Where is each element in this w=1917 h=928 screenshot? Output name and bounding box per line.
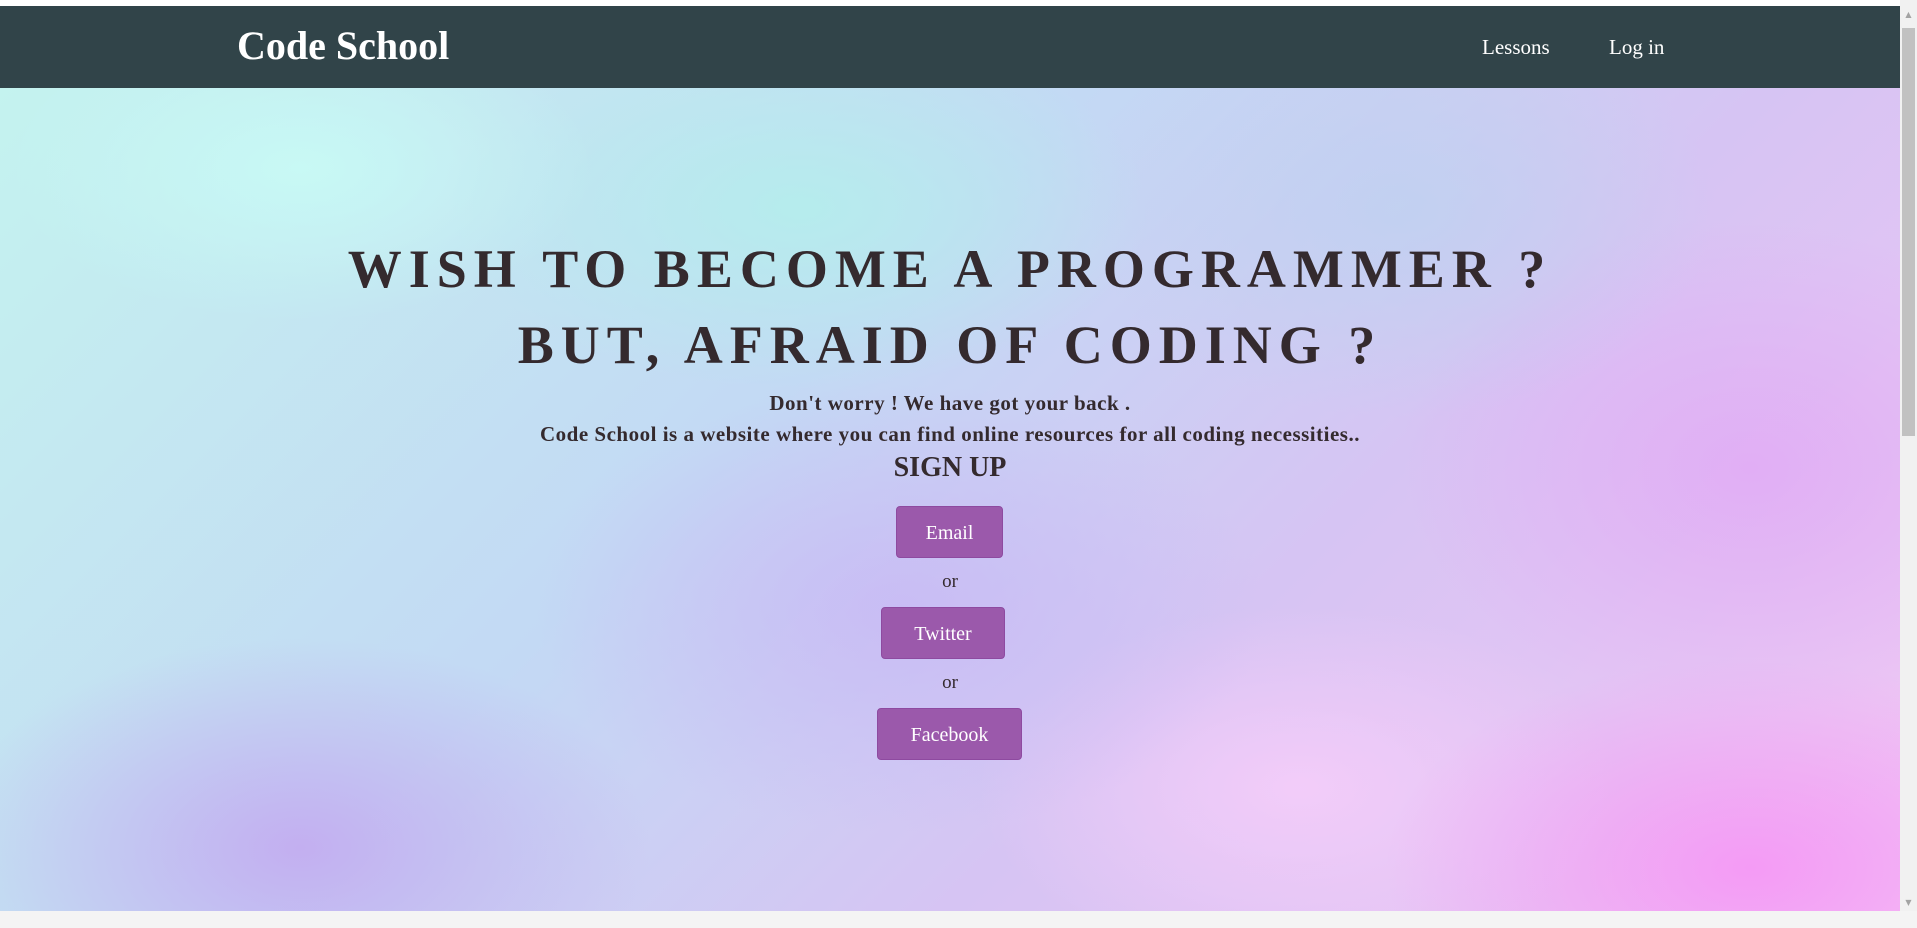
or-separator-1: or [942, 571, 958, 592]
signup-facebook-button[interactable]: Facebook [877, 708, 1022, 760]
signup-email-button[interactable]: Email [896, 506, 1003, 558]
hero-subtext-line1: Don't worry ! We have got your back . [769, 391, 1131, 415]
hero-headline-line1: WISH TO BECOME A PROGRAMMER ? [347, 239, 1553, 299]
hero-headline-line2: BUT, AFRAID OF CODING ? [517, 315, 1383, 375]
hero-subtext-line2: Code School is a website where you can f… [540, 422, 1360, 446]
page: Code School Lessons Log in WISH TO BECOM… [0, 6, 1900, 911]
scroll-down-arrow-icon[interactable]: ▼ [1900, 894, 1917, 911]
nav-link-login[interactable]: Log in [1609, 35, 1664, 59]
signup-title: SIGN UP [893, 452, 1007, 483]
nav-link-lessons[interactable]: Lessons [1482, 35, 1550, 59]
scroll-up-arrow-icon[interactable]: ▲ [1900, 6, 1917, 23]
hero-section: WISH TO BECOME A PROGRAMMER ? BUT, AFRAI… [0, 88, 1900, 911]
navbar: Code School Lessons Log in [0, 6, 1900, 88]
or-separator-2: or [942, 672, 958, 693]
vertical-scrollbar[interactable]: ▲ ▼ [1900, 0, 1917, 911]
scrollbar-thumb[interactable] [1902, 28, 1915, 436]
signup-twitter-button[interactable]: Twitter [881, 607, 1005, 659]
brand-logo-link[interactable]: Code School [237, 24, 449, 68]
